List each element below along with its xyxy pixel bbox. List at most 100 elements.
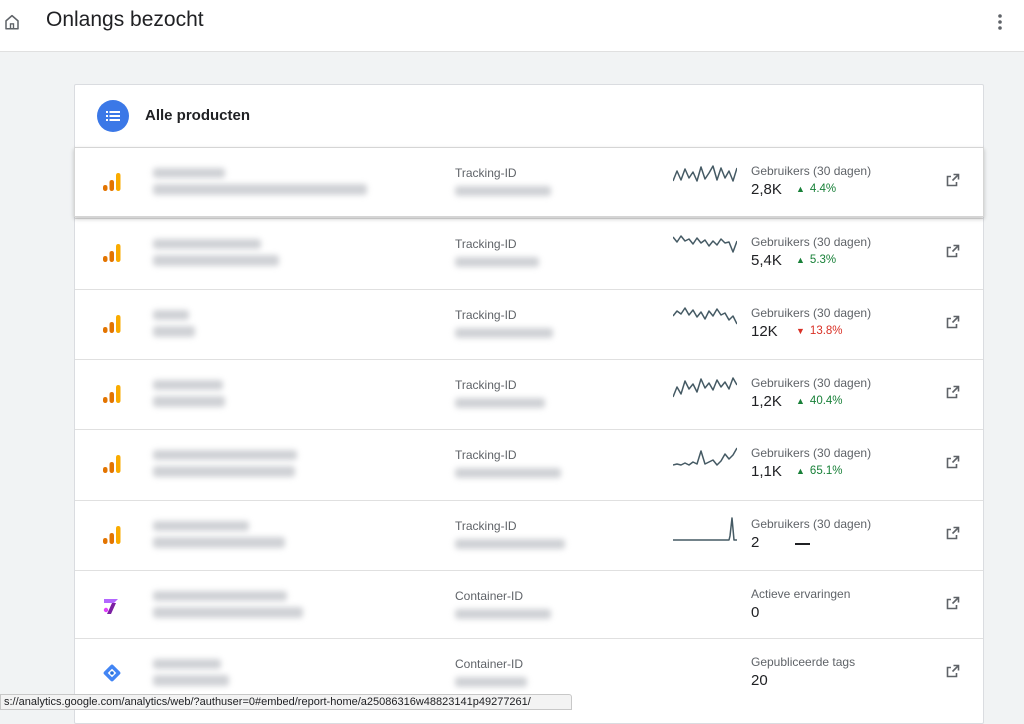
redacted-account-name (153, 326, 195, 337)
redacted-property-name (153, 239, 261, 249)
change-badge: ▲ 65.1% (796, 465, 843, 477)
trend-up-icon: ▲ (796, 466, 805, 476)
redacted-account-name (153, 184, 367, 195)
change-badge: ▲ 40.4% (796, 395, 843, 407)
optimize-icon (101, 594, 123, 616)
analytics-icon (101, 453, 123, 475)
change-value: 65.1% (809, 465, 843, 477)
redacted-property-name (153, 659, 221, 669)
redacted-id-value (455, 186, 551, 196)
open-in-new-icon[interactable] (946, 173, 960, 187)
analytics-icon (101, 242, 123, 264)
metric-label: Gebruikers (30 dagen) (751, 164, 872, 178)
redacted-property-name (153, 521, 249, 531)
trend-up-icon: ▲ (796, 396, 805, 406)
sparkline-chart (673, 307, 737, 325)
sparkline-chart (673, 517, 737, 541)
product-row[interactable]: Tracking-ID Gebruikers (30 dagen) 2 (75, 500, 983, 570)
redacted-property-name (153, 168, 225, 178)
id-label: Container-ID (455, 657, 524, 671)
redacted-id-value (455, 468, 561, 478)
open-in-new-icon[interactable] (946, 455, 960, 469)
metric-value: 1,1K (751, 463, 782, 480)
more-vert-icon[interactable] (990, 12, 1010, 32)
metric-value: 0 (751, 604, 760, 621)
open-in-new-icon[interactable] (946, 244, 960, 258)
product-row[interactable]: Container-ID Actieve ervaringen 0 (75, 570, 983, 640)
product-row[interactable]: Tracking-ID Gebruikers (30 dagen) 1,1K ▲ 65.… (75, 429, 983, 499)
sparkline-chart (673, 447, 737, 466)
metric-value: 2 (751, 534, 760, 551)
analytics-icon (101, 313, 123, 335)
card-header: Alle producten (75, 85, 983, 147)
sparkline-chart (673, 235, 737, 253)
product-row[interactable]: Tracking-ID Gebruikers (30 dagen) 2,8K ▲ 4.4… (74, 147, 984, 217)
redacted-property-name (153, 380, 223, 390)
metric-value: 12K (751, 323, 778, 340)
id-label: Tracking-ID (455, 448, 517, 462)
no-change-dash (795, 543, 810, 545)
redacted-account-name (153, 537, 285, 548)
change-value: 4.4% (809, 183, 837, 195)
redacted-id-value (455, 609, 551, 619)
redacted-account-name (153, 466, 295, 477)
redacted-id-value (455, 398, 545, 408)
redacted-property-name (153, 450, 297, 460)
change-value: 5.3% (809, 254, 837, 266)
metric-value: 20 (751, 672, 768, 689)
redacted-property-name (153, 310, 189, 320)
id-label: Tracking-ID (455, 166, 517, 180)
sparkline-chart (673, 377, 737, 398)
id-label: Tracking-ID (455, 237, 517, 251)
status-bar-url: s://analytics.google.com/analytics/web/?… (0, 694, 572, 710)
page-title: Onlangs bezocht (46, 8, 204, 31)
metric-label: Gepubliceerde tags (751, 655, 856, 669)
id-label: Tracking-ID (455, 308, 517, 322)
product-row[interactable]: Tracking-ID Gebruikers (30 dagen) 5,4K ▲ 5.3… (75, 218, 983, 288)
open-in-new-icon[interactable] (946, 526, 960, 540)
change-badge: ▲ 4.4% (796, 183, 836, 195)
redacted-account-name (153, 396, 225, 407)
metric-label: Gebruikers (30 dagen) (751, 235, 872, 249)
redacted-id-value (455, 328, 553, 338)
redacted-id-value (455, 677, 527, 687)
metric-value: 1,2K (751, 393, 782, 410)
home-icon[interactable] (3, 13, 21, 31)
id-label: Tracking-ID (455, 378, 517, 392)
change-value: 13.8% (809, 325, 843, 337)
trend-down-icon: ▼ (796, 326, 805, 336)
metric-value: 5,4K (751, 252, 782, 269)
metric-label: Gebruikers (30 dagen) (751, 306, 872, 320)
analytics-icon (101, 171, 123, 193)
redacted-account-name (153, 255, 279, 266)
list-icon (97, 100, 129, 132)
trend-up-icon: ▲ (796, 184, 805, 194)
open-in-new-icon[interactable] (946, 315, 960, 329)
sparkline-chart (673, 165, 737, 182)
redacted-id-value (455, 257, 539, 267)
product-row[interactable]: Tracking-ID Gebruikers (30 dagen) 12K ▼ 13.8… (75, 289, 983, 359)
change-badge: ▼ 13.8% (796, 325, 843, 337)
analytics-icon (101, 383, 123, 405)
redacted-account-name (153, 607, 303, 618)
id-label: Container-ID (455, 589, 524, 603)
trend-up-icon: ▲ (796, 255, 805, 265)
open-in-new-icon[interactable] (946, 596, 960, 610)
change-value: 40.4% (809, 395, 843, 407)
open-in-new-icon[interactable] (946, 664, 960, 678)
metric-label: Actieve ervaringen (751, 587, 851, 601)
products-card: Alle producten Tracking-ID Gebruikers (30… (74, 84, 984, 724)
card-title: Alle producten (145, 107, 251, 124)
open-in-new-icon[interactable] (946, 385, 960, 399)
metric-label: Gebruikers (30 dagen) (751, 517, 872, 531)
metric-label: Gebruikers (30 dagen) (751, 446, 872, 460)
redacted-account-name (153, 675, 229, 686)
redacted-property-name (153, 591, 287, 601)
change-badge: ▲ 5.3% (796, 254, 836, 266)
metric-label: Gebruikers (30 dagen) (751, 376, 872, 390)
analytics-icon (101, 524, 123, 546)
redacted-id-value (455, 539, 565, 549)
product-row[interactable]: Tracking-ID Gebruikers (30 dagen) 1,2K ▲ 40.… (75, 359, 983, 429)
id-label: Tracking-ID (455, 519, 517, 533)
top-app-bar: Onlangs bezocht (0, 0, 1024, 52)
